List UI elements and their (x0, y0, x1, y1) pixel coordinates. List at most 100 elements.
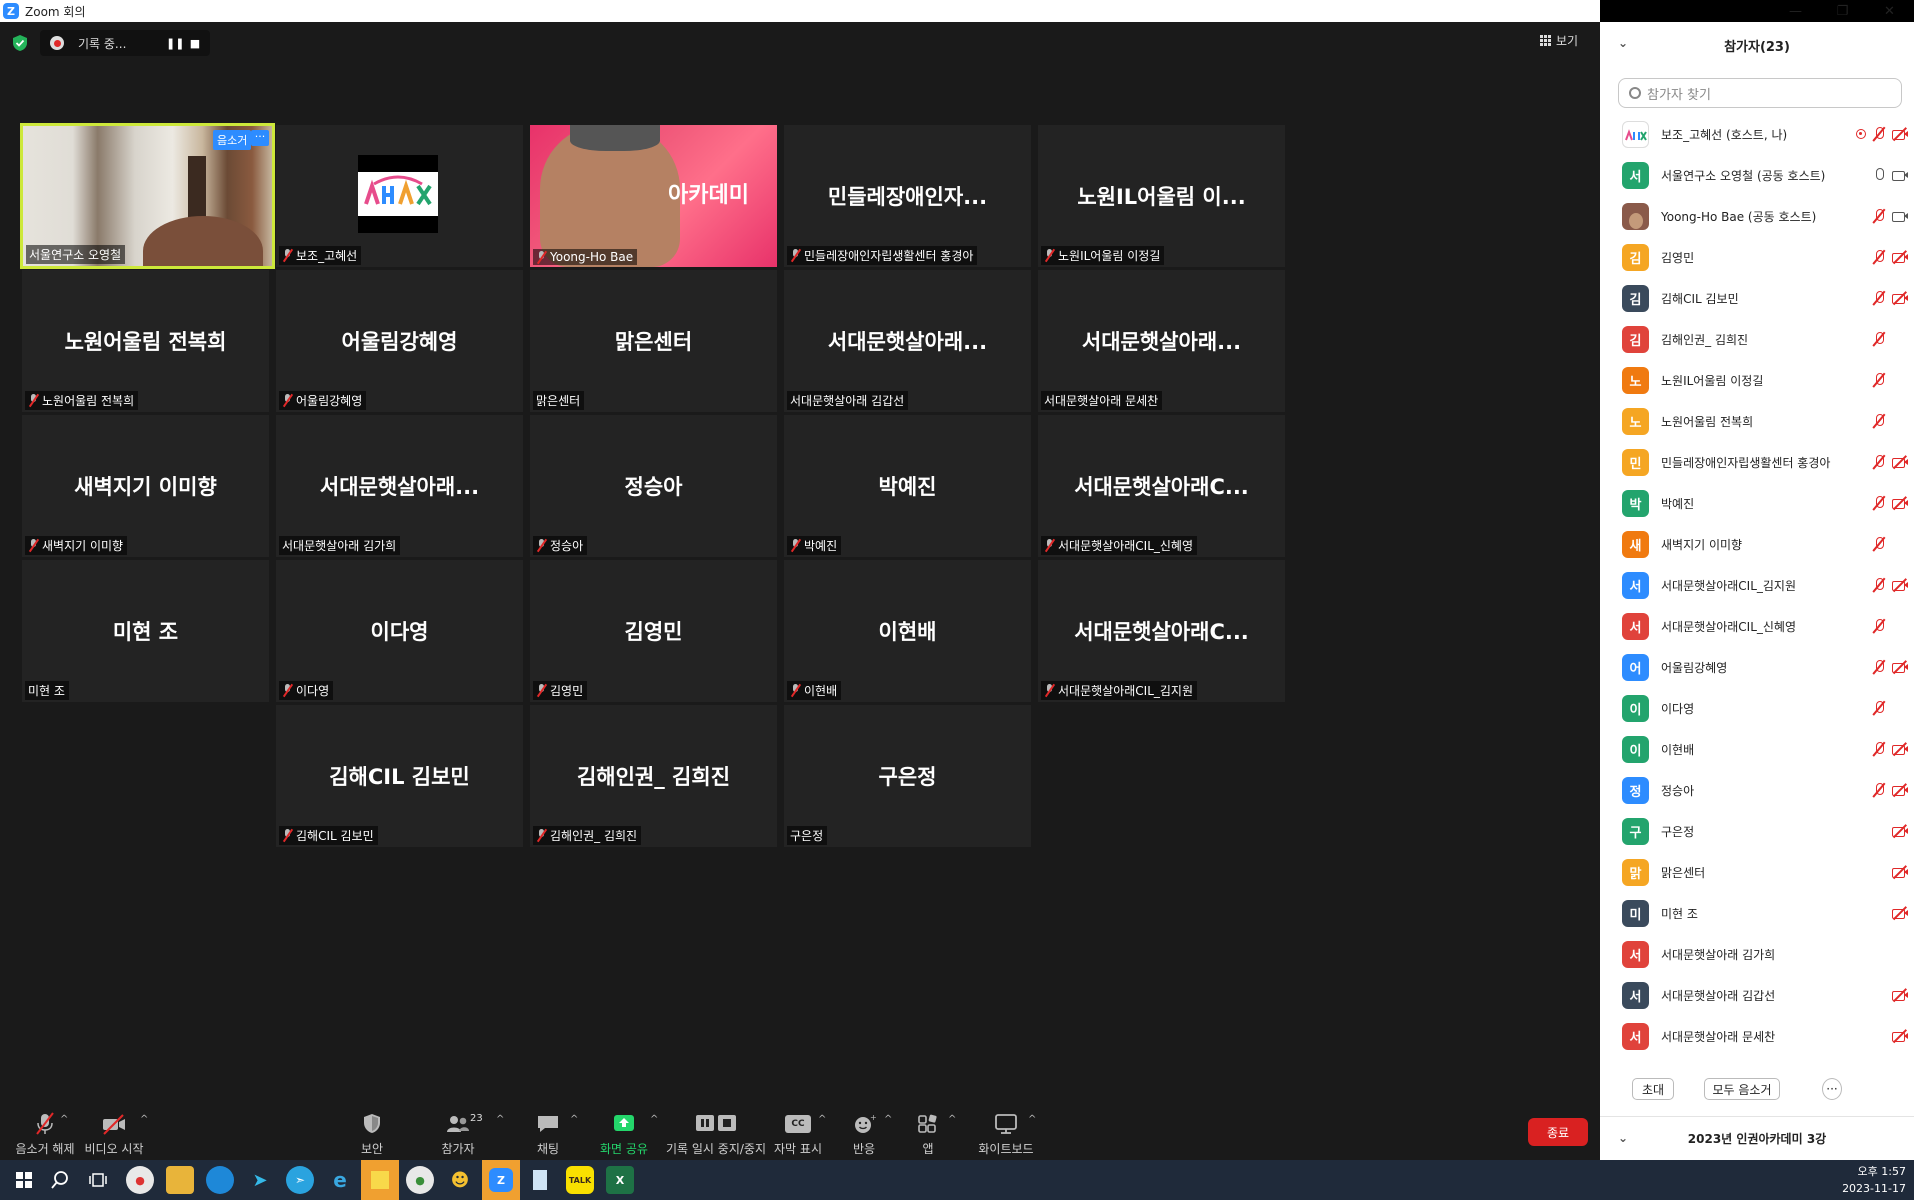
start-video-button[interactable]: 비디오 시작 (84, 1104, 144, 1160)
participant-row[interactable]: 서 서대문햇살아래 김가희 (1600, 934, 1914, 975)
captions-button[interactable]: CC 자막 표시 (774, 1104, 822, 1160)
mic-muted-icon[interactable] (1872, 126, 1886, 142)
share-caret[interactable]: ^ (650, 1114, 658, 1125)
encryption-shield-icon[interactable] (12, 34, 28, 52)
mute-all-button[interactable]: 모두 음소거 (1704, 1078, 1780, 1100)
reactions-caret[interactable]: ^ (884, 1114, 892, 1125)
mic-muted-icon[interactable] (1872, 495, 1886, 511)
chrome-icon[interactable]: ● (406, 1166, 434, 1194)
participants-caret[interactable]: ^ (496, 1114, 504, 1125)
video-tile[interactable]: 서대문햇살아래C... 서대문햇살아래CIL_김지원 (1038, 560, 1285, 702)
close-window-button[interactable]: ✕ (1866, 0, 1913, 22)
windows-start-icon[interactable] (10, 1166, 38, 1194)
mic-muted-icon[interactable] (1872, 577, 1886, 593)
chat-button[interactable]: 채팅 (526, 1104, 570, 1160)
invite-button[interactable]: 초대 (1632, 1078, 1674, 1100)
participant-row[interactable]: 노 노원IL어울림 이정길 (1600, 360, 1914, 401)
participant-row[interactable]: 민 민들레장애인자립생활센터 홍경아 (1600, 442, 1914, 483)
chevron-down-icon[interactable]: ⌄ (1618, 1131, 1628, 1145)
more-options-button[interactable]: ··· (1822, 1078, 1842, 1100)
end-meeting-button[interactable]: 종료 (1528, 1118, 1588, 1146)
mic-muted-icon[interactable] (1872, 536, 1886, 552)
video-tile[interactable]: 박예진 박예진 (784, 415, 1031, 557)
mic-muted-icon[interactable] (1872, 618, 1886, 634)
participant-row[interactable]: 보조_고혜선 (호스트, 나) (1600, 114, 1914, 155)
apps-button[interactable]: 앱 (908, 1104, 948, 1160)
participant-row[interactable]: Yoong-Ho Bae (공동 호스트) (1600, 196, 1914, 237)
security-button[interactable]: 보안 (350, 1104, 394, 1160)
participant-row[interactable]: 이 이현배 (1600, 729, 1914, 770)
video-tile[interactable]: 서대문햇살아래... 서대문햇살아래 김가희 (276, 415, 523, 557)
notepad-icon[interactable] (526, 1166, 554, 1194)
mic-muted-icon[interactable] (1872, 249, 1886, 265)
share-screen-button[interactable]: 화면 공유 (600, 1104, 648, 1160)
video-tile[interactable]: 음소거 ··· 서울연구소 오영철 (20, 123, 275, 269)
audio-options-caret[interactable]: ^ (60, 1114, 68, 1125)
mic-icon[interactable] (1872, 167, 1886, 183)
participant-row[interactable]: 김 김해CIL 김보민 (1600, 278, 1914, 319)
reactions-button[interactable]: + 반응 (842, 1104, 886, 1160)
bird-app-icon[interactable]: ➤ (246, 1166, 274, 1194)
participant-row[interactable]: 서 서대문햇살아래CIL_김지원 (1600, 565, 1914, 606)
video-tile[interactable]: 어울림강혜영 어울림강혜영 (276, 270, 523, 412)
mic-muted-icon[interactable] (1872, 659, 1886, 675)
sticky-notes-icon[interactable] (361, 1160, 399, 1200)
participant-search-input[interactable]: 참가자 찾기 (1618, 78, 1902, 108)
participant-row[interactable]: 어 어울림강혜영 (1600, 647, 1914, 688)
video-tile[interactable]: 이다영 이다영 (276, 560, 523, 702)
captions-caret[interactable]: ^ (818, 1114, 826, 1125)
minimize-button[interactable]: — (1772, 0, 1819, 22)
video-tile[interactable]: 김영민 김영민 (530, 560, 777, 702)
task-view-icon[interactable] (84, 1166, 112, 1194)
video-tile[interactable]: 미현 조 미현 조 (22, 560, 269, 702)
video-tile[interactable]: 서대문햇살아래... 서대문햇살아래 김갑선 (784, 270, 1031, 412)
video-tile[interactable]: 보조_고혜선 (276, 125, 523, 267)
video-tile[interactable]: 김해CIL 김보민 김해CIL 김보민 (276, 705, 523, 847)
participant-row[interactable]: 이 이다영 (1600, 688, 1914, 729)
video-tile[interactable]: 김해인권_ 김희진 김해인권_ 김희진 (530, 705, 777, 847)
participant-row[interactable]: 서 서대문햇살아래 김갑선 (1600, 975, 1914, 1016)
mic-muted-icon[interactable] (1872, 208, 1886, 224)
mic-muted-icon[interactable] (1872, 331, 1886, 347)
mascot-app-icon[interactable]: ☻ (446, 1166, 474, 1194)
mute-participant-button[interactable]: 음소거 (213, 130, 252, 150)
excel-icon[interactable]: X (606, 1166, 634, 1194)
restore-button[interactable]: ❐ (1819, 0, 1866, 22)
participant-row[interactable]: 서 서대문햇살아래 문세찬 (1600, 1016, 1914, 1057)
video-tile[interactable]: 새벽지기 이미향 새벽지기 이미향 (22, 415, 269, 557)
video-tile[interactable]: 서대문햇살아래... 서대문햇살아래 문세찬 (1038, 270, 1285, 412)
participant-row[interactable]: 박 박예진 (1600, 483, 1914, 524)
stop-recording-button[interactable]: ■ (188, 37, 202, 50)
chat-caret[interactable]: ^ (570, 1114, 578, 1125)
video-tile[interactable]: 노원어울림 전복희 노원어울림 전복희 (22, 270, 269, 412)
participant-row[interactable]: 맑 맑은센터 (1600, 852, 1914, 893)
whiteboard-caret[interactable]: ^ (1028, 1114, 1036, 1125)
unmute-button[interactable]: 음소거 해제 (10, 1104, 80, 1160)
pause-recording-button[interactable]: ❚❚ (166, 37, 184, 50)
chevron-down-icon[interactable]: ⌄ (1618, 36, 1628, 50)
mic-muted-icon[interactable] (1872, 782, 1886, 798)
video-tile[interactable]: 노원IL어울림 이... 노원IL어울림 이정길 (1038, 125, 1285, 267)
participant-row[interactable]: 서 서울연구소 오영철 (공동 호스트) (1600, 155, 1914, 196)
kakaotalk-icon[interactable]: TALK (566, 1166, 594, 1194)
participant-row[interactable]: 정 정승아 (1600, 770, 1914, 811)
participant-row[interactable]: 구 구은정 (1600, 811, 1914, 852)
participant-row[interactable]: 서 서대문햇살아래CIL_신혜영 (1600, 606, 1914, 647)
video-tile[interactable]: 구은정 구은정 (784, 705, 1031, 847)
search-icon[interactable] (46, 1166, 74, 1194)
mic-muted-icon[interactable] (1872, 372, 1886, 388)
edge-icon[interactable] (206, 1166, 234, 1194)
video-tile[interactable]: 정승아 정승아 (530, 415, 777, 557)
participant-row[interactable]: 김 김영민 (1600, 237, 1914, 278)
video-tile[interactable]: 맑은센터 맑은센터 (530, 270, 777, 412)
mic-muted-icon[interactable] (1872, 741, 1886, 757)
file-explorer-icon[interactable] (166, 1166, 194, 1194)
video-tile[interactable]: 민들레장애인자... 민들레장애인자립생활센터 홍경아 (784, 125, 1031, 267)
video-tile[interactable]: 이현배 이현배 (784, 560, 1031, 702)
mic-muted-icon[interactable] (1872, 413, 1886, 429)
video-options-caret[interactable]: ^ (140, 1114, 148, 1125)
telegram-icon[interactable]: ➣ (286, 1166, 314, 1194)
mic-muted-icon[interactable] (1872, 454, 1886, 470)
view-button[interactable]: 보기 (1540, 32, 1578, 49)
zoom-taskbar-icon[interactable]: Z (482, 1160, 520, 1200)
